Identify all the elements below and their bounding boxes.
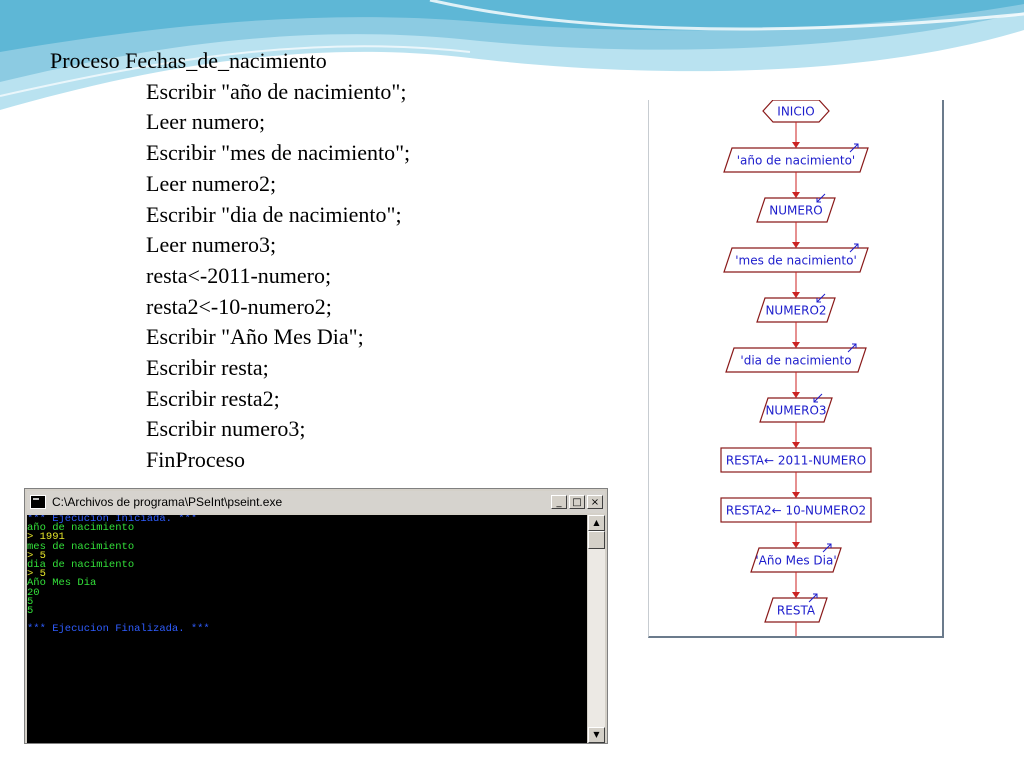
flow-arrowhead [792, 142, 800, 148]
flowchart-panel: INICIO 'año de nacimiento' NUMERO 'mes de n… [648, 100, 944, 638]
flow-output-label: 'año de nacimiento' [737, 154, 855, 168]
console-output[interactable]: *** Ejecucion Iniciada. *** año de nacimi… [27, 515, 587, 743]
code-lines: Escribir "año de nacimiento"; Leer numero… [50, 77, 410, 476]
code-line: Escribir "dia de nacimiento"; [146, 201, 402, 227]
console-line: 5 [27, 595, 34, 608]
code-line: FinProceso [146, 447, 245, 473]
flow-arrowhead [792, 492, 800, 498]
code-header: Proceso Fechas_de_nacimiento [50, 48, 327, 73]
minimize-button[interactable]: _ [551, 495, 567, 509]
code-line: Escribir "Año Mes Dia"; [146, 324, 364, 350]
flow-arrowhead [792, 442, 800, 448]
flow-arrowhead [792, 292, 800, 298]
scroll-up-button[interactable]: ▲ [588, 515, 605, 531]
console-titlebar[interactable]: C:\Archivos de programa\PSeInt\pseint.ex… [27, 491, 605, 513]
scroll-down-button[interactable]: ▼ [588, 727, 605, 743]
flow-start-label: INICIO [777, 105, 814, 119]
flow-process-label: RESTA← 2011-NUMERO [726, 454, 866, 468]
code-line: Leer numero2; [146, 170, 277, 196]
console-line: 20 [27, 586, 40, 599]
console-line: 5 [27, 604, 34, 617]
pseudocode-block: Proceso Fechas_de_nacimiento Escribir "a… [50, 46, 410, 476]
code-line: resta<-2011-numero; [146, 262, 332, 288]
code-line: Escribir resta; [146, 355, 269, 381]
console-window: C:\Archivos de programa\PSeInt\pseint.ex… [24, 488, 608, 744]
console-line: *** Ejecucion Finalizada. *** [27, 623, 210, 636]
flow-arrowhead [792, 242, 800, 248]
code-line: resta2<-10-numero2; [146, 293, 332, 319]
flow-process-label: RESTA2← 10-NUMERO2 [726, 504, 866, 518]
flow-input-label: NUMERO2 [765, 304, 826, 318]
maximize-button[interactable]: □ [569, 495, 585, 509]
flow-input-label: NUMERO3 [765, 404, 826, 418]
flow-arrowhead [792, 542, 800, 548]
flow-arrowhead [792, 392, 800, 398]
code-line: Escribir "mes de nacimiento"; [146, 140, 411, 166]
console-line: mes de nacimiento [27, 540, 135, 553]
scroll-thumb[interactable] [588, 531, 605, 549]
flow-output-label: RESTA [777, 604, 816, 618]
console-line: Año Mes Dia [27, 577, 97, 590]
flow-arrowhead [792, 342, 800, 348]
console-line: dia de nacimiento [27, 558, 135, 571]
flow-output-label: 'dia de nacimiento [740, 354, 851, 368]
console-title: C:\Archivos de programa\PSeInt\pseint.ex… [52, 495, 283, 509]
code-line: Leer numero3; [146, 232, 277, 258]
flow-arrowhead [792, 192, 800, 198]
flow-output-label: 'mes de nacimiento' [735, 254, 857, 268]
flow-output-label: 'Año Mes Dia' [755, 554, 836, 568]
code-line: Escribir "año de nacimiento"; [146, 78, 407, 104]
console-line: año de nacimiento [27, 522, 135, 535]
flow-arrowhead [792, 592, 800, 598]
flow-input-label: NUMERO [769, 204, 822, 218]
code-line: Escribir numero3; [146, 416, 306, 442]
console-line: > 5 [27, 568, 46, 581]
code-line: Leer numero; [146, 109, 266, 135]
console-scrollbar[interactable]: ▲ ▼ [588, 515, 605, 743]
console-app-icon [30, 495, 46, 509]
flowchart-diagram: INICIO 'año de nacimiento' NUMERO 'mes de n… [720, 100, 872, 636]
close-button[interactable]: × [587, 495, 603, 509]
code-line: Escribir resta2; [146, 385, 280, 411]
